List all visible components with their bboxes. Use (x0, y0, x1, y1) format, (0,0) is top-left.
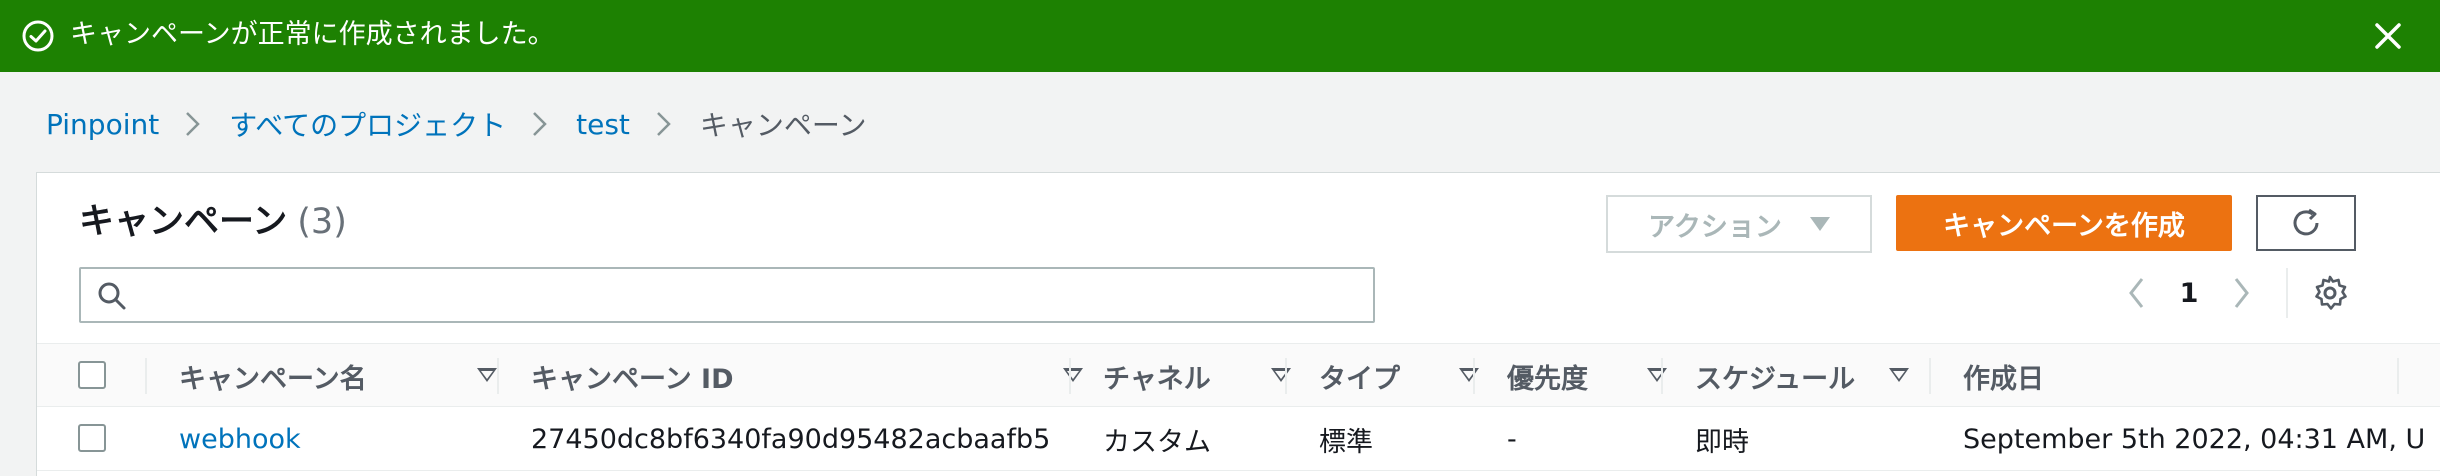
channel-cell: カスタム (1103, 426, 1211, 458)
campaigns-panel: キャンペーン (3) アクション キャンペーンを作成 1 キャンペーン名 キャン… (36, 172, 2440, 476)
column-label: 作成日 (1963, 363, 2044, 395)
pagination: 1 (2120, 268, 2350, 318)
table-row[interactable]: webhook 27450dc8bf6340fa90d95482acbaafb5… (37, 407, 2440, 471)
previous-page-button[interactable] (2120, 271, 2154, 315)
type-cell: 標準 (1319, 426, 1373, 458)
column-header-campaign-id[interactable]: キャンペーン ID (531, 344, 1101, 408)
column-divider (497, 358, 499, 394)
column-divider (145, 358, 147, 394)
breadcrumb: Pinpoint すべてのプロジェクト test キャンペーン (46, 104, 867, 144)
sort-icon[interactable] (1647, 368, 1667, 382)
current-page[interactable]: 1 (2154, 278, 2224, 309)
close-icon[interactable] (2369, 17, 2407, 55)
sort-icon[interactable] (1889, 368, 1909, 382)
next-page-button[interactable] (2224, 271, 2258, 315)
caret-down-icon (1809, 217, 1830, 231)
row-checkbox[interactable] (78, 424, 106, 452)
chevron-left-icon (2129, 278, 2144, 308)
refresh-button[interactable] (2256, 195, 2356, 251)
campaign-count: (3) (297, 202, 347, 242)
select-all-checkbox[interactable] (78, 361, 106, 389)
success-flashbar: キャンペーンが正常に作成されました。 (0, 0, 2440, 72)
sort-icon[interactable] (1459, 368, 1479, 382)
column-label: スケジュール (1695, 363, 1856, 395)
column-header-created[interactable]: 作成日 (1963, 344, 2263, 408)
column-divider (2397, 358, 2399, 394)
priority-cell: - (1507, 423, 1517, 455)
chevron-right-icon (186, 112, 200, 136)
breadcrumb-campaigns: キャンペーン (699, 109, 867, 142)
actions-label: アクション (1648, 211, 1782, 243)
panel-title: キャンペーン (79, 202, 288, 242)
gear-icon[interactable] (2310, 273, 2350, 313)
sort-icon[interactable] (1063, 368, 1083, 382)
create-campaign-button[interactable]: キャンペーンを作成 (1896, 195, 2232, 251)
sort-icon[interactable] (1271, 368, 1291, 382)
breadcrumb-all-projects[interactable]: すべてのプロジェクト (229, 104, 506, 144)
actions-dropdown[interactable]: アクション (1606, 195, 1872, 253)
column-divider (1661, 358, 1663, 394)
sort-icon[interactable] (477, 368, 497, 382)
search-icon (98, 282, 126, 310)
campaign-id-cell: 27450dc8bf6340fa90d95482acbaafb5 (531, 423, 1051, 455)
column-header-type[interactable]: タイプ (1319, 344, 1505, 408)
column-label: 優先度 (1507, 363, 1588, 395)
column-divider (1473, 358, 1475, 394)
column-label: キャンペーン名 (179, 363, 367, 395)
page-title: キャンペーン (3) (79, 199, 347, 245)
chevron-right-icon (657, 112, 671, 136)
pagination-divider (2286, 268, 2288, 318)
column-label: チャネル (1103, 363, 1211, 395)
column-header-schedule[interactable]: スケジュール (1695, 344, 1935, 408)
schedule-cell: 即時 (1695, 426, 1749, 458)
chevron-right-icon (533, 112, 547, 136)
column-label: タイプ (1319, 363, 1400, 395)
chevron-right-icon (2234, 278, 2249, 308)
refresh-icon (2293, 208, 2319, 236)
column-header-priority[interactable]: 優先度 (1507, 344, 1697, 408)
column-header-campaign-name[interactable]: キャンペーン名 (179, 344, 509, 408)
column-divider (1285, 358, 1287, 394)
table-header: キャンペーン名 キャンペーン ID チャネル タイプ 優先度 スケジュール 作成… (37, 343, 2440, 407)
created-date-cell: September 5th 2022, 04:31 AM, U (1963, 423, 2426, 455)
column-header-channel[interactable]: チャネル (1103, 344, 1323, 408)
search-input[interactable] (79, 267, 1375, 323)
column-divider (1069, 358, 1071, 394)
breadcrumb-pinpoint[interactable]: Pinpoint (46, 108, 159, 141)
check-circle-icon (22, 20, 54, 52)
breadcrumb-project-test[interactable]: test (576, 108, 630, 141)
column-label: キャンペーン ID (531, 363, 734, 395)
campaign-name-link[interactable]: webhook (179, 407, 301, 471)
flash-message: キャンペーンが正常に作成されました。 (70, 19, 555, 50)
column-divider (1929, 358, 1931, 394)
